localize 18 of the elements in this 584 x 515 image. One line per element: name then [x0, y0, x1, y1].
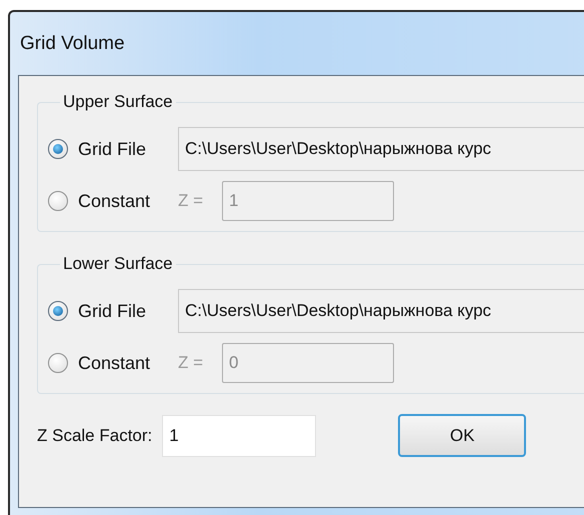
z-label: Z = — [178, 353, 204, 373]
scale-factor-label: Z Scale Factor: — [37, 426, 152, 446]
radio-button[interactable] — [48, 139, 68, 159]
file-path-field[interactable]: C:\Users\User\Desktop\нарыжнова курс — [178, 289, 584, 333]
radio-label[interactable]: Constant — [78, 190, 178, 212]
radio-button[interactable] — [48, 301, 68, 321]
radio-label[interactable]: Grid File — [78, 300, 178, 322]
radio-label[interactable]: Constant — [78, 352, 178, 374]
group-title: Upper Surface — [62, 92, 174, 112]
window-title: Grid Volume — [20, 32, 125, 54]
radio-label[interactable]: Grid File — [78, 138, 178, 160]
radio-button[interactable] — [48, 353, 68, 373]
ok-button[interactable]: OK — [398, 414, 526, 457]
file-path-field[interactable]: C:\Users\User\Desktop\нарыжнова курс — [178, 127, 584, 171]
scale-factor-field[interactable]: 1 — [162, 414, 316, 456]
radio-button[interactable] — [48, 191, 68, 211]
group-title: Lower Surface — [62, 254, 174, 274]
z-label: Z = — [178, 191, 204, 211]
